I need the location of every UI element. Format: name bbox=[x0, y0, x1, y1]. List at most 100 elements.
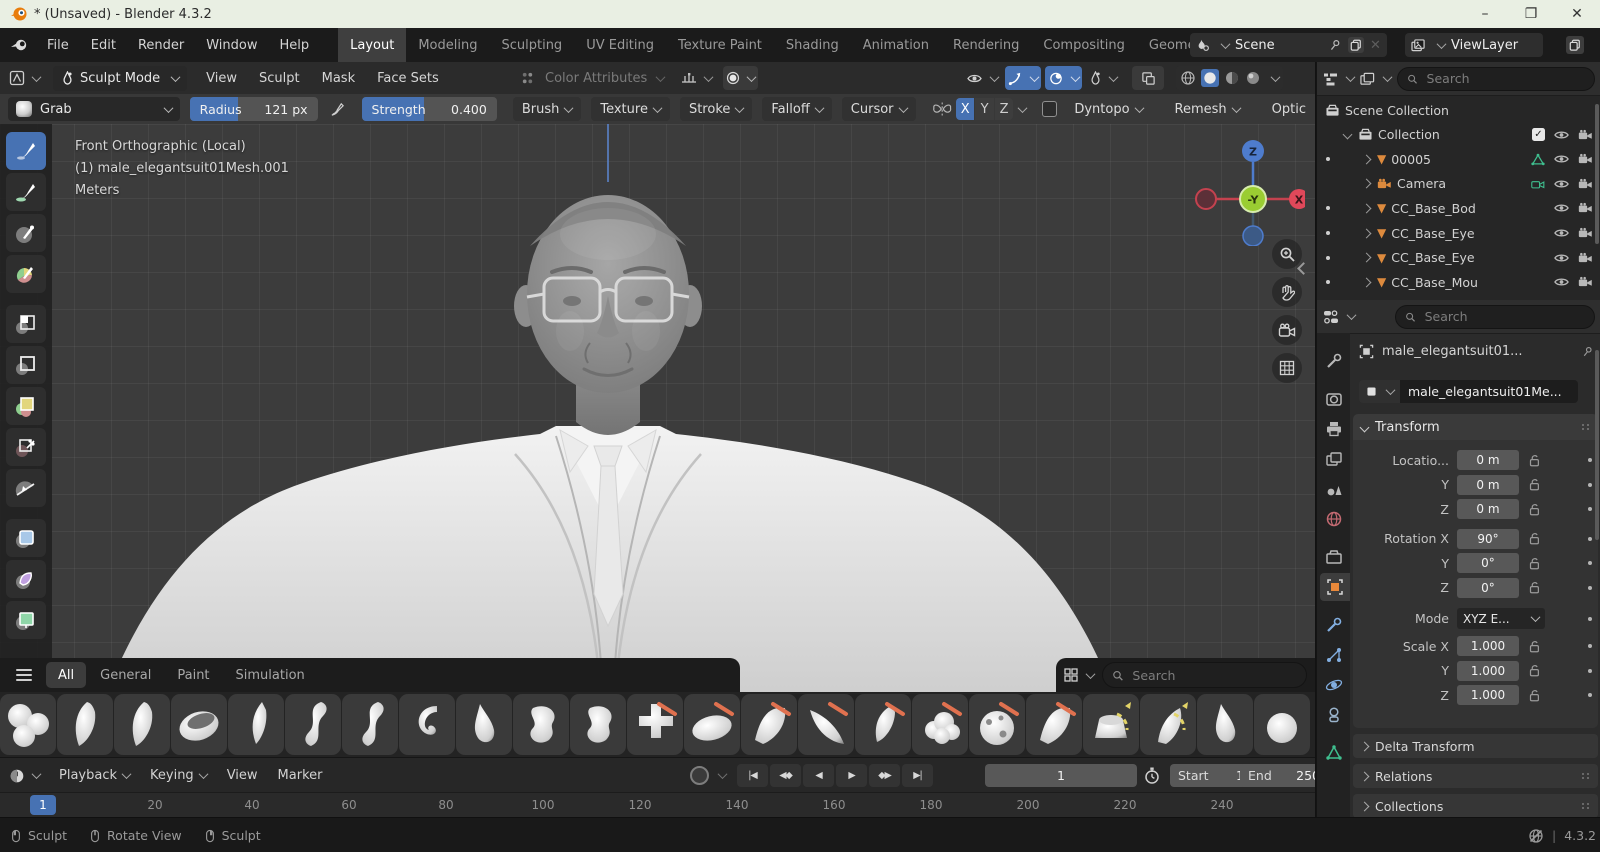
outliner-item-label[interactable]: CC_Base_Mou bbox=[1391, 275, 1478, 290]
timeline-menu-playback[interactable]: Playback bbox=[49, 768, 140, 783]
camera-render-icon[interactable] bbox=[1578, 202, 1593, 214]
tool-mesh-filter[interactable] bbox=[6, 519, 46, 557]
gizmos-toggle[interactable] bbox=[1005, 66, 1041, 90]
animate-dot-icon[interactable] bbox=[1588, 482, 1592, 487]
eye-icon[interactable] bbox=[1554, 178, 1569, 190]
tool-color-filter[interactable] bbox=[6, 601, 46, 639]
outliner-item-label[interactable]: Collection bbox=[1378, 127, 1440, 142]
brush-asset-thumbnail[interactable] bbox=[513, 694, 569, 755]
shelf-tab-general[interactable]: General bbox=[88, 662, 163, 688]
brush-asset-thumbnail[interactable] bbox=[114, 694, 170, 755]
camera-render-icon[interactable] bbox=[1578, 252, 1593, 264]
properties-tab-modifiers[interactable] bbox=[1317, 611, 1350, 639]
workspace-tab-rendering[interactable]: Rendering bbox=[941, 28, 1031, 62]
viewport-menu-face-sets[interactable]: Face Sets bbox=[366, 71, 450, 86]
previous-keyframe-button[interactable]: ◀◆ bbox=[770, 764, 801, 787]
camera-render-icon[interactable] bbox=[1578, 178, 1593, 190]
auto-keying-record-icon[interactable] bbox=[690, 766, 709, 785]
workspace-tab-uv-editing[interactable]: UV Editing bbox=[574, 28, 666, 62]
expand-icon[interactable] bbox=[1361, 277, 1372, 288]
tool-draw-face-sets[interactable] bbox=[6, 255, 46, 293]
menu-edit[interactable]: Edit bbox=[80, 33, 127, 57]
popover-brush[interactable]: Brush bbox=[512, 97, 582, 121]
workspace-tab-modeling[interactable]: Modeling bbox=[406, 28, 489, 62]
scene-name[interactable]: Scene bbox=[1235, 38, 1323, 53]
new-scene-icon[interactable] bbox=[1348, 37, 1364, 53]
value-field[interactable]: 0° bbox=[1457, 577, 1519, 598]
viewport-menu-sculpt[interactable]: Sculpt bbox=[248, 71, 311, 86]
value-field[interactable]: 0 m bbox=[1457, 499, 1519, 519]
new-viewlayer-icon[interactable] bbox=[1566, 36, 1584, 54]
play-button[interactable]: ▶ bbox=[836, 764, 867, 787]
brush-asset-thumbnail[interactable] bbox=[1026, 694, 1082, 755]
brush-asset-thumbnail[interactable] bbox=[1254, 694, 1310, 755]
next-keyframe-button[interactable]: ◆▶ bbox=[869, 764, 900, 787]
properties-tab-physics[interactable] bbox=[1317, 671, 1350, 699]
brush-asset-thumbnail[interactable] bbox=[912, 694, 968, 755]
workspace-tab-shading[interactable]: Shading bbox=[774, 28, 851, 62]
properties-tab-view-layer[interactable] bbox=[1317, 445, 1350, 473]
shelf-search[interactable] bbox=[1102, 662, 1307, 688]
jump-to-start-button[interactable]: |◀ bbox=[737, 764, 768, 787]
camera-render-icon[interactable] bbox=[1578, 129, 1593, 141]
shelf-menu-icon[interactable] bbox=[16, 669, 32, 681]
popover-falloff[interactable]: Falloff bbox=[762, 97, 832, 121]
expand-icon[interactable] bbox=[1361, 203, 1372, 214]
unlink-scene-icon[interactable]: ✕ bbox=[1370, 38, 1381, 53]
animate-dot-icon[interactable] bbox=[1588, 693, 1592, 697]
workspace-tab-animation[interactable]: Animation bbox=[851, 28, 941, 62]
value-field[interactable]: 90° bbox=[1457, 528, 1519, 549]
value-field[interactable]: 0 m bbox=[1457, 474, 1519, 495]
lock-open-icon[interactable] bbox=[1527, 664, 1541, 677]
brush-asset-thumbnail[interactable] bbox=[855, 694, 911, 755]
section-delta-transform[interactable]: Delta Transform bbox=[1353, 734, 1598, 758]
tool-cloth-filter[interactable] bbox=[6, 560, 46, 598]
brush-asset-thumbnail[interactable] bbox=[228, 694, 284, 755]
tool-mask-brush[interactable] bbox=[6, 214, 46, 252]
overlays-toggle[interactable] bbox=[1045, 66, 1082, 90]
shelf-display-button[interactable] bbox=[1064, 668, 1096, 682]
mirror-axis-z[interactable]: Z bbox=[994, 98, 1014, 120]
timeline-editor-type-button[interactable] bbox=[6, 764, 43, 788]
brush-asset-thumbnail[interactable] bbox=[1083, 694, 1139, 755]
shelf-search-input[interactable] bbox=[1130, 666, 1297, 684]
tool-line-project[interactable] bbox=[6, 469, 46, 507]
properties-tab-constraints[interactable] bbox=[1317, 701, 1350, 729]
dyntopo-checkbox[interactable] bbox=[1042, 101, 1058, 117]
lock-open-icon[interactable] bbox=[1527, 557, 1541, 570]
animate-dot-icon[interactable] bbox=[1588, 507, 1592, 511]
outliner-row-camera[interactable]: Camera bbox=[1317, 172, 1600, 196]
animate-dot-icon[interactable] bbox=[1588, 536, 1592, 541]
minimize-button[interactable]: – bbox=[1462, 6, 1508, 22]
tool-box-face-set[interactable] bbox=[6, 387, 46, 425]
mirror-axis-y[interactable]: Y bbox=[975, 98, 994, 120]
section-collections[interactable]: Collections bbox=[1353, 794, 1598, 817]
panel-divider[interactable] bbox=[1315, 62, 1316, 817]
animate-dot-icon[interactable] bbox=[1588, 668, 1592, 673]
close-button[interactable]: ✕ bbox=[1554, 6, 1600, 22]
outliner-row-collection[interactable]: Collection ✓ bbox=[1317, 123, 1600, 147]
lock-open-icon[interactable] bbox=[1527, 454, 1541, 467]
animate-dot-icon[interactable] bbox=[1588, 561, 1592, 565]
outliner-scrollbar[interactable] bbox=[1595, 104, 1599, 244]
eye-icon[interactable] bbox=[1554, 202, 1569, 214]
grid-ortho-button[interactable] bbox=[1272, 353, 1302, 383]
camera-render-icon[interactable] bbox=[1578, 153, 1593, 165]
radius-pressure-toggle[interactable] bbox=[322, 97, 354, 121]
tool-draw-brush[interactable] bbox=[6, 132, 46, 170]
expand-icon[interactable] bbox=[1361, 228, 1372, 238]
mirror-axis-x[interactable]: X bbox=[955, 98, 975, 120]
camera-view-button[interactable] bbox=[1272, 315, 1302, 345]
outliner-search-input[interactable] bbox=[1424, 70, 1585, 87]
section-relations[interactable]: Relations bbox=[1353, 764, 1598, 788]
brush-asset-thumbnail[interactable] bbox=[684, 694, 740, 755]
viewport-menu-view[interactable]: View bbox=[195, 71, 248, 86]
outliner-display-mode-button[interactable] bbox=[1323, 72, 1356, 86]
expand-icon[interactable] bbox=[1361, 252, 1372, 263]
falloff-shape-button[interactable] bbox=[678, 66, 715, 90]
properties-tab-output[interactable] bbox=[1317, 415, 1350, 443]
properties-tab-object[interactable] bbox=[1320, 573, 1350, 601]
eye-icon[interactable] bbox=[1554, 153, 1569, 165]
timeline-ruler[interactable]: 1 20 40 60 80 100 120 140 160 180 200 220 240 bbox=[0, 792, 1315, 818]
properties-tab-scene[interactable] bbox=[1317, 475, 1350, 503]
